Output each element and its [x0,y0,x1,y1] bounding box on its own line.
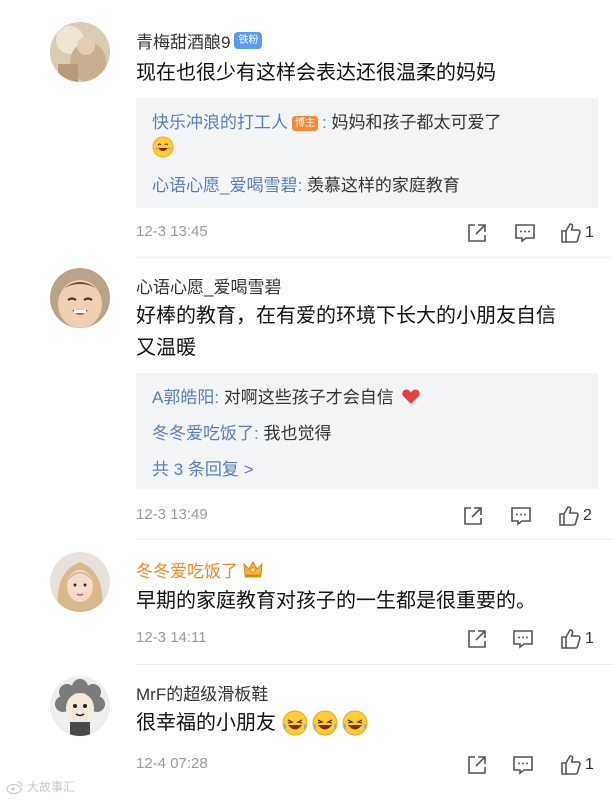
like-button[interactable]: 1 [560,220,594,246]
comment-text-row: 很幸福的小朋友 [136,707,596,739]
reply-username[interactable]: 冬冬爱吃饭了 [152,424,254,443]
username[interactable]: 冬冬爱吃饭了 [136,557,238,582]
reply-username[interactable]: 快乐冲浪的打工人 [152,113,288,132]
more-replies-label[interactable]: 共 3 条回复 > [152,460,254,479]
host-tag: 博主 [292,116,318,131]
share-icon [468,224,486,242]
divider [136,664,613,665]
timestamp: 12-3 13:45 [136,223,208,240]
comment-icon [511,507,531,526]
user-row: 青梅甜酒酿9 铁粉 [136,28,263,53]
reply-emoji-line [150,136,174,159]
comment-text: 现在也很少有这样会表达还很温柔的妈妈 [136,62,496,84]
timestamp: 12-3 13:49 [136,506,208,523]
share-button[interactable] [462,503,484,529]
user-row: 冬冬爱吃饭了 [136,557,263,581]
meta-row: 12-4 07:28 1 [136,752,602,778]
avatar[interactable] [50,268,110,328]
reply-text: 羡慕这样的家庭教育 [306,176,460,195]
more-replies-link[interactable]: 共 3 条回复 > [152,455,254,480]
divider [136,257,613,258]
reply-box[interactable]: 快乐冲浪的打工人 博主: 妈妈和孩子都太可爱了 心语心愿_爱喝雪碧: 羡慕这样的家… [136,98,598,208]
reply-text: 我也觉得 [263,424,332,443]
reply-separator: : [254,424,259,443]
reply-item[interactable]: 心语心愿_爱喝雪碧: 羡慕这样的家庭教育 [152,171,460,196]
weibo-logo-icon [6,780,23,794]
share-button[interactable] [466,626,488,652]
share-icon [464,507,482,525]
share-icon [468,756,486,774]
comment-button[interactable] [512,752,534,778]
reply-separator: : [322,113,327,132]
crown-icon [243,560,263,578]
comment-button[interactable] [514,220,536,246]
like-count: 2 [583,507,592,524]
meta-row: 12-3 13:49 2 [136,503,602,529]
user-row: MrF的超级滑板鞋 [136,680,268,704]
like-count: 1 [585,756,594,773]
avatar[interactable] [50,552,110,612]
username[interactable]: 青梅甜酒酿9 [136,28,230,53]
username[interactable]: 心语心愿_爱喝雪碧 [136,273,281,298]
comment-button[interactable] [512,626,534,652]
fan-badge: 铁粉 [234,31,263,49]
watermark: 大故事汇 [6,778,75,795]
reply-item[interactable]: 快乐冲浪的打工人 博主: 妈妈和孩子都太可爱了 [152,108,501,133]
reply-username[interactable]: 心语心愿_爱喝雪碧 [152,176,297,195]
thumbs-up-icon [561,755,581,775]
laughing-tears-emoji-icon [342,710,368,736]
timestamp: 12-3 14:11 [136,629,207,646]
laughing-tears-emoji-icon [282,710,308,736]
username[interactable]: MrF的超级滑板鞋 [136,680,268,705]
like-count: 1 [585,630,594,647]
laughing-tears-emoji-icon [312,710,338,736]
reply-separator: : [297,176,303,195]
like-button[interactable]: 2 [558,503,592,529]
thumbs-up-icon [561,223,581,243]
share-button[interactable] [466,220,488,246]
like-count: 1 [585,224,594,241]
avatar[interactable] [50,676,110,736]
timestamp: 12-4 07:28 [136,755,208,772]
reply-username[interactable]: A郭皓阳 [152,388,214,407]
user-row: 心语心愿_爱喝雪碧 [136,273,281,297]
comment-button[interactable] [510,503,532,529]
divider [136,539,613,540]
like-button[interactable]: 1 [560,752,594,778]
meta-row: 12-3 14:11 1 [136,626,602,652]
reply-separator: : [214,388,220,407]
reply-text: 妈妈和孩子都太可爱了 [331,113,502,132]
comment-text: 很幸福的小朋友 [136,712,276,734]
reply-item[interactable]: 冬冬爱吃饭了: 我也觉得 [152,419,331,444]
avatar[interactable] [50,22,110,82]
comment-icon [513,630,533,649]
watermark-text: 大故事汇 [27,780,76,794]
smile-emoji-icon [152,136,174,158]
comment-icon [513,756,533,775]
like-button[interactable]: 1 [560,626,594,652]
share-icon [468,630,486,648]
comment-text: 早期的家庭教育对孩子的一生都是很重要的。 [136,590,536,612]
red-heart-icon [401,389,420,404]
comment-icon [515,224,535,243]
thumbs-up-icon [561,629,581,649]
share-button[interactable] [466,752,488,778]
reply-box[interactable]: A郭皓阳: 对啊这些孩子才会自信 冬冬爱吃饭了: 我也觉得 共 3 条回复 > [136,373,598,489]
reply-text: 对啊这些孩子才会自信 [223,388,394,407]
comment-text-line-2: 又温暖 [136,337,196,359]
reply-item[interactable]: A郭皓阳: 对啊这些孩子才会自信 [152,383,421,408]
comment-text-line-1: 好棒的教育，在有爱的环境下长大的小朋友自信 [136,305,556,327]
meta-row: 12-3 13:45 1 [136,220,602,246]
thumbs-up-icon [559,506,579,526]
